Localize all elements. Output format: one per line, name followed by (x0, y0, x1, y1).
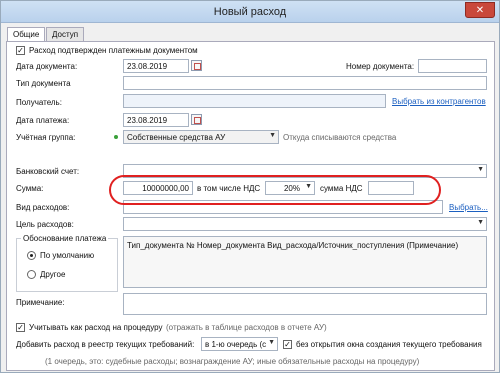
doc-number-input[interactable] (418, 59, 487, 73)
registry-note: (1 очередь, это: судебные расходы; возна… (45, 357, 420, 366)
accounting-group-label: Учётная группа: (16, 133, 76, 142)
registry-label: Добавить расход в реестр текущих требова… (16, 340, 195, 349)
radio-other-label: Другое (40, 270, 66, 279)
purpose-select[interactable]: ▼ (123, 217, 487, 231)
title-bar: Новый расход ✕ (1, 1, 499, 23)
registry-queue-value: в 1-ю очередь (с (205, 340, 267, 349)
no-window-label: без открытия окна создания текущего треб… (296, 340, 482, 349)
chevron-down-icon: ▼ (477, 219, 484, 226)
no-window-checkbox[interactable]: ✓ (283, 340, 292, 349)
close-button[interactable]: ✕ (465, 2, 495, 18)
pay-date-input[interactable]: 23.08.2019 (123, 113, 189, 127)
tab-access[interactable]: Доступ (46, 27, 85, 41)
justification-group (16, 238, 118, 292)
note-label: Примечание: (16, 298, 65, 307)
pay-date-label: Дата платежа: (16, 116, 70, 125)
choose-expense-type-link[interactable]: Выбрать... (449, 203, 488, 212)
chevron-down-icon: ▼ (268, 339, 275, 346)
procedure-hint: (отражать в таблице расходов в отчете АУ… (166, 323, 327, 332)
radio-other[interactable] (27, 270, 36, 279)
general-panel: ✓ Расход подтвержден платежным документо… (6, 41, 495, 371)
registry-queue-select[interactable]: в 1-ю очередь (с ▼ (201, 337, 278, 351)
expense-type-label: Вид расходов: (16, 203, 70, 212)
purpose-label: Цель расходов: (16, 220, 74, 229)
bank-account-label: Банковский счет: (16, 167, 80, 176)
doc-number-label: Номер документа: (346, 62, 415, 71)
choose-counterparty-link[interactable]: Выбрать из контрагентов (392, 97, 486, 106)
new-expense-dialog: Новый расход ✕ Общие Доступ ✓ Расход под… (0, 0, 500, 373)
highlight-ellipse (109, 175, 441, 205)
doc-type-label: Тип документа (16, 79, 71, 88)
tab-general[interactable]: Общие (7, 27, 46, 42)
radio-default-label: По умолчанию (40, 251, 95, 260)
chevron-down-icon: ▼ (269, 132, 276, 139)
doc-date-input[interactable]: 23.08.2019 (123, 59, 189, 73)
procedure-checkbox[interactable]: ✓ (16, 323, 25, 332)
doc-date-calendar-icon[interactable] (191, 60, 202, 71)
justification-title: Обоснование платежа (21, 234, 109, 243)
confirm-checkbox[interactable]: ✓ (16, 46, 25, 55)
confirm-label: Расход подтвержден платежным документом (29, 46, 198, 55)
accounting-group-value: Собственные средства АУ (127, 133, 226, 142)
justification-text: Тип_документа № Номер_документа Вид_расх… (123, 236, 487, 288)
doc-date-label: Дата документа: (16, 62, 78, 71)
chevron-down-icon: ▼ (477, 166, 484, 173)
recipient-label: Получатель: (16, 98, 62, 107)
pay-date-calendar-icon[interactable] (191, 114, 202, 125)
radio-default[interactable] (27, 251, 36, 260)
accounting-group-hint: Откуда списываются средства (283, 133, 397, 142)
doc-type-input[interactable] (123, 76, 487, 90)
sum-label: Сумма: (16, 184, 44, 193)
note-input[interactable] (123, 293, 487, 315)
accounting-group-select[interactable]: Собственные средства АУ ▼ (123, 130, 279, 144)
required-dot-icon (114, 135, 118, 139)
recipient-input[interactable] (123, 94, 386, 108)
procedure-label: Учитывать как расход на процедуру (29, 323, 163, 332)
window-title: Новый расход (213, 6, 287, 18)
